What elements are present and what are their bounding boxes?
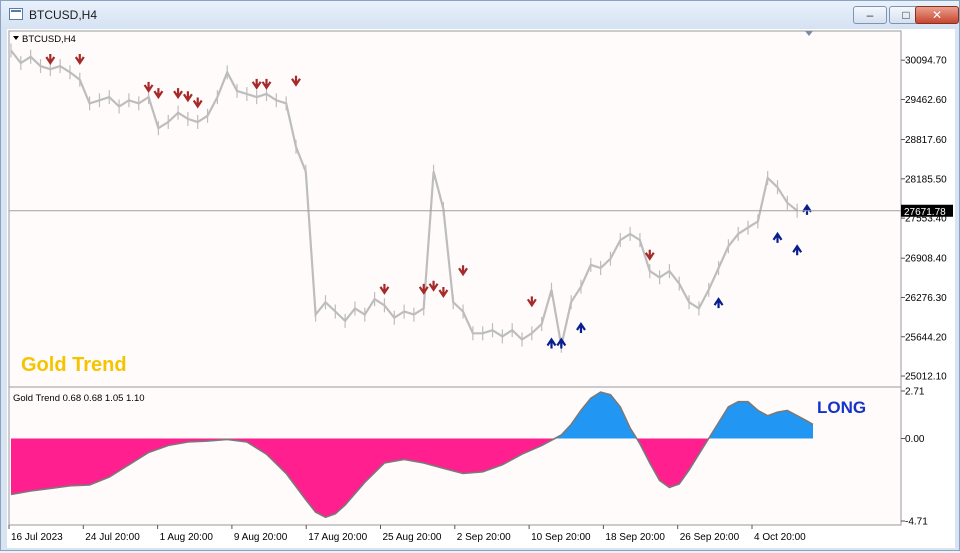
price-tick-label: 25012.10 bbox=[905, 372, 947, 383]
price-tick-label: 25644.20 bbox=[905, 332, 947, 343]
time-tick-label: 25 Aug 20:00 bbox=[383, 532, 442, 543]
price-tick-label: 28185.50 bbox=[905, 174, 947, 185]
terminal-window: BTCUSD,H4 – □ ✕ BTCUSD,H4 30094.70 29462.… bbox=[0, 0, 960, 551]
indicator-label: Gold Trend 0.68 0.68 1.05 1.10 bbox=[13, 393, 145, 404]
time-tick-label: 17 Aug 20:00 bbox=[308, 532, 367, 543]
chart-window-icon bbox=[9, 8, 23, 20]
indicator-tick-label: 2.71 bbox=[905, 387, 925, 398]
indicator-axis-ticks: 2.71 0.00 -4.71 bbox=[901, 387, 928, 528]
time-tick-label: 4 Oct 20:00 bbox=[754, 532, 806, 543]
price-axis-ticks: 30094.7029462.6028817.6028185.5027553.40… bbox=[901, 56, 947, 383]
time-axis-ticks: 16 Jul 2023 24 Jul 20:00 1 Aug 20:00 9 Aug … bbox=[8, 525, 806, 543]
price-tick-label: 29462.60 bbox=[905, 95, 947, 106]
time-tick-label: 16 Jul 2023 bbox=[11, 532, 63, 543]
price-panel-frame bbox=[8, 30, 902, 388]
price-tick-label: 28817.60 bbox=[905, 135, 947, 146]
chart-area[interactable]: BTCUSD,H4 30094.70 29462.60 28817.60 28185.… bbox=[7, 29, 955, 548]
symbol-label: BTCUSD,H4 bbox=[22, 34, 76, 45]
title-bar[interactable]: BTCUSD,H4 – □ ✕ bbox=[1, 1, 959, 29]
price-tick-label: 26276.30 bbox=[905, 293, 947, 304]
minimize-button[interactable]: – bbox=[853, 6, 887, 24]
indicator-tick-label: -4.71 bbox=[905, 517, 928, 528]
price-tick-label: 30094.70 bbox=[905, 56, 947, 67]
gold-trend-watermark: Gold Trend bbox=[21, 354, 127, 376]
time-tick-label: 1 Aug 20:00 bbox=[160, 532, 214, 543]
time-tick-label: 26 Sep 20:00 bbox=[680, 532, 740, 543]
indicator-tick-label: 0.00 bbox=[905, 434, 925, 445]
time-tick-label: 10 Sep 20:00 bbox=[531, 532, 591, 543]
time-tick-label: 9 Aug 20:00 bbox=[234, 532, 288, 543]
time-tick-label: 18 Sep 20:00 bbox=[605, 532, 665, 543]
current-price-label: 27671.78 bbox=[904, 207, 946, 218]
close-button[interactable]: ✕ bbox=[915, 6, 959, 24]
time-tick-label: 24 Jul 20:00 bbox=[85, 532, 140, 543]
price-tick-label: 26908.40 bbox=[905, 254, 947, 265]
time-tick-label: 2 Sep 20:00 bbox=[457, 532, 511, 543]
signal-label: LONG bbox=[817, 398, 866, 417]
chart-canvas[interactable]: BTCUSD,H4 30094.70 29462.60 28817.60 28185.… bbox=[7, 29, 955, 548]
window-title: BTCUSD,H4 bbox=[29, 8, 98, 22]
